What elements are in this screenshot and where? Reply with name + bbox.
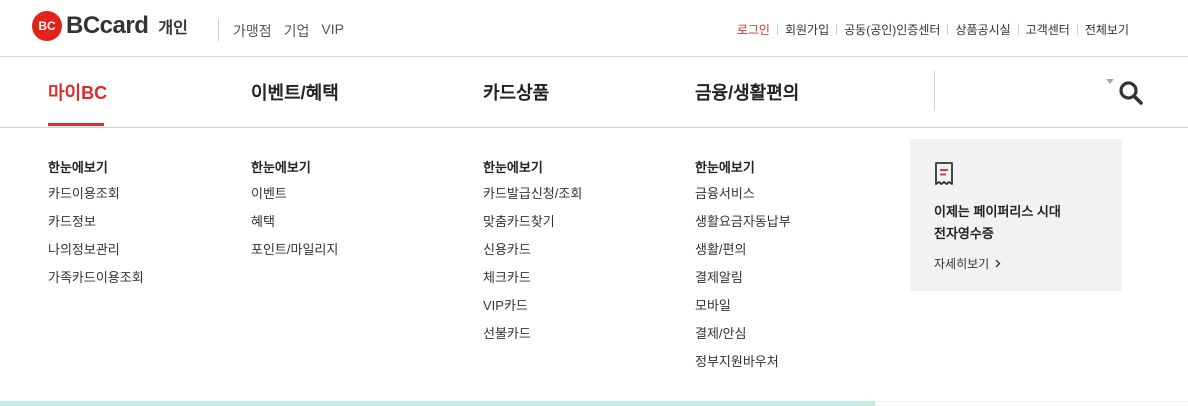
utility-nav: 로그인 회원가입 공동(공인)인증센터 상품공시실 고객센터 전체보기 xyxy=(730,21,1136,38)
menu-column-heading[interactable]: 한눈에보기 xyxy=(483,157,582,175)
menu-column-heading[interactable]: 한눈에보기 xyxy=(695,157,791,175)
menu-column-card-products: 한눈에보기 카드발급신청/조회 맞춤카드찾기 신용카드 체크카드 VIP카드 선… xyxy=(483,157,582,353)
logo-text: BCcard xyxy=(66,12,149,39)
menu-item-check-card[interactable]: 체크카드 xyxy=(483,269,582,297)
segment-links: 가맹점 기업 VIP xyxy=(233,21,344,41)
promo-title-line: 이제는 페이퍼리스 시대 xyxy=(934,204,1061,219)
menu-item-my-info[interactable]: 나의정보관리 xyxy=(48,241,144,269)
chevron-right-icon xyxy=(995,259,1001,268)
certificate-center-link[interactable]: 공동(공인)인증센터 xyxy=(837,21,947,38)
search-icon[interactable] xyxy=(1118,80,1144,106)
promo-title: 이제는 페이퍼리스 시대 전자영수증 xyxy=(934,201,1098,245)
segment-link-vip[interactable]: VIP xyxy=(321,21,344,41)
bottom-background-strip xyxy=(0,401,875,406)
chevron-down-icon[interactable] xyxy=(1106,79,1114,84)
segment-link-merchant[interactable]: 가맹점 xyxy=(233,21,272,41)
menu-item-vip-card[interactable]: VIP카드 xyxy=(483,297,582,325)
menu-item-points[interactable]: 포인트/마일리지 xyxy=(251,241,338,269)
bottom-background-strip-right xyxy=(875,401,1188,406)
menu-column-my-bc: 한눈에보기 카드이용조회 카드정보 나의정보관리 가족카드이용조회 xyxy=(48,157,144,297)
tab-my-bc[interactable]: 마이BC xyxy=(48,79,107,105)
top-bar: BC BCcard 개인 가맹점 기업 VIP 로그인 회원가입 공동(공인)인… xyxy=(0,0,1188,57)
search-divider xyxy=(934,71,935,111)
view-all-link[interactable]: 전체보기 xyxy=(1078,21,1136,38)
menu-item-family-card-usage[interactable]: 가족카드이용조회 xyxy=(48,269,144,297)
menu-column-events: 한눈에보기 이벤트 혜택 포인트/마일리지 xyxy=(251,157,338,269)
menu-item-payment-alerts[interactable]: 결제알림 xyxy=(695,269,791,297)
menu-item-card-application[interactable]: 카드발급신청/조회 xyxy=(483,185,582,213)
logo-mark-icon: BC xyxy=(32,11,62,41)
menu-item-card-finder[interactable]: 맞춤카드찾기 xyxy=(483,213,582,241)
menu-item-card-info[interactable]: 카드정보 xyxy=(48,213,144,241)
menu-item-card-usage[interactable]: 카드이용조회 xyxy=(48,185,144,213)
product-disclosure-link[interactable]: 상품공시실 xyxy=(948,21,1017,38)
menu-item-credit-card[interactable]: 신용카드 xyxy=(483,241,582,269)
signup-link[interactable]: 회원가입 xyxy=(778,21,836,38)
menu-item-payment-security[interactable]: 결제/안심 xyxy=(695,325,791,353)
menu-item-prepaid-card[interactable]: 선불카드 xyxy=(483,325,582,353)
promo-title-line: 전자영수증 xyxy=(934,226,994,241)
login-link[interactable]: 로그인 xyxy=(730,21,777,38)
tab-events-benefits[interactable]: 이벤트/혜택 xyxy=(251,79,339,105)
menu-item-financial-services[interactable]: 금융서비스 xyxy=(695,185,791,213)
menu-item-autopay[interactable]: 생활요금자동납부 xyxy=(695,213,791,241)
menu-item-gov-voucher[interactable]: 정부지원바우처 xyxy=(695,353,791,381)
tab-card-products[interactable]: 카드상품 xyxy=(483,79,549,105)
menu-column-heading[interactable]: 한눈에보기 xyxy=(251,157,338,175)
current-segment: 개인 xyxy=(158,20,188,37)
main-nav: 마이BC 이벤트/혜택 카드상품 금융/생활편의 xyxy=(0,57,1188,128)
active-tab-indicator xyxy=(48,123,104,126)
segment-divider xyxy=(218,19,219,41)
promo-more-link[interactable]: 자세히보기 xyxy=(934,255,1098,272)
customer-center-link[interactable]: 고객센터 xyxy=(1019,21,1077,38)
menu-item-events[interactable]: 이벤트 xyxy=(251,185,338,213)
promo-more-label: 자세히보기 xyxy=(934,257,990,271)
menu-column-heading[interactable]: 한눈에보기 xyxy=(48,157,144,175)
menu-item-mobile[interactable]: 모바일 xyxy=(695,297,791,325)
bccard-logo[interactable]: BC BCcard 개인 xyxy=(32,11,188,41)
menu-item-life-convenience[interactable]: 생활/편의 xyxy=(695,241,791,269)
promo-banner[interactable]: 이제는 페이퍼리스 시대 전자영수증 자세히보기 xyxy=(910,139,1122,291)
tab-finance-life[interactable]: 금융/생활편의 xyxy=(695,79,799,105)
receipt-icon xyxy=(934,161,954,187)
menu-item-benefits[interactable]: 혜택 xyxy=(251,213,338,241)
menu-column-finance: 한눈에보기 금융서비스 생활요금자동납부 생활/편의 결제알림 모바일 결제/안… xyxy=(695,157,791,381)
segment-link-corporate[interactable]: 기업 xyxy=(284,21,310,41)
